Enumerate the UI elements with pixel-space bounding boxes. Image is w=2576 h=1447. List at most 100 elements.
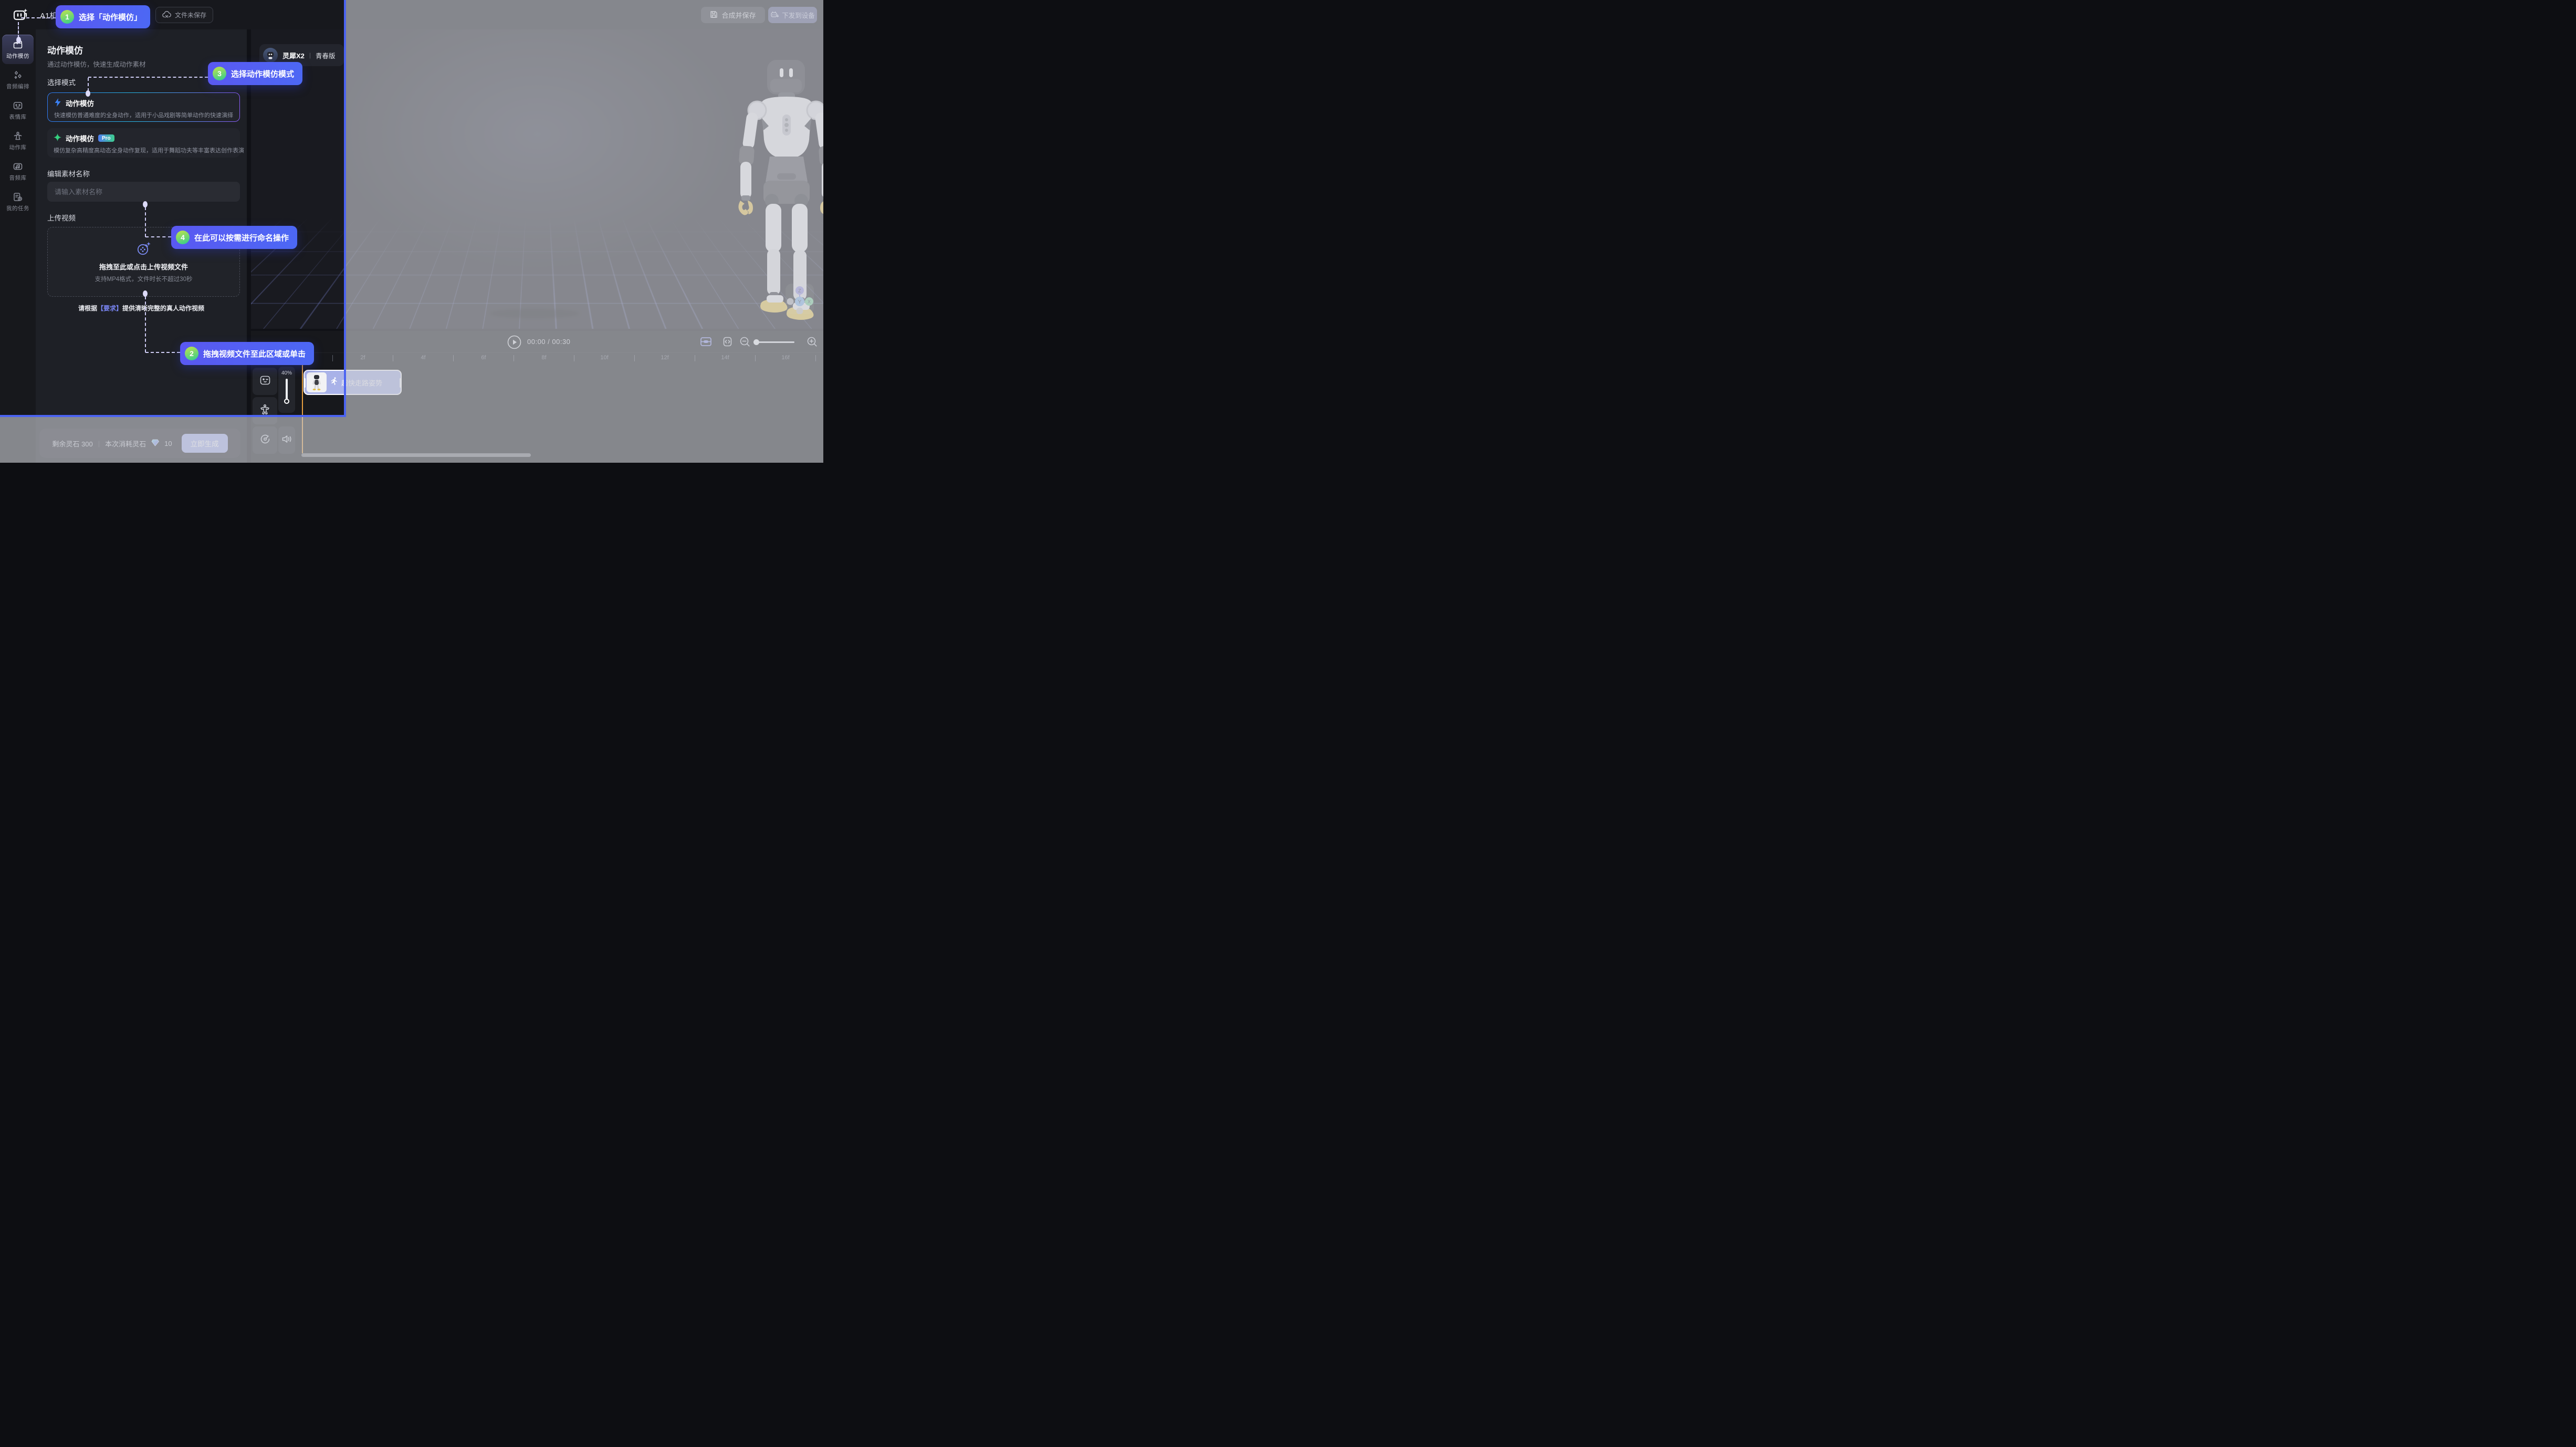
wink-face-icon [259, 375, 271, 388]
play-button[interactable] [507, 335, 521, 352]
sidebar-item-label: 音频库 [9, 174, 27, 182]
panel-title: 动作模仿 [47, 43, 83, 56]
connector-step1-v [18, 22, 19, 38]
ruler-tick [634, 355, 635, 361]
playhead[interactable] [302, 357, 303, 453]
connector-dot-step1 [16, 37, 21, 43]
connector-step2-h [145, 352, 180, 353]
zoom-out-icon[interactable] [739, 336, 751, 350]
horizontal-expand-icon[interactable] [722, 336, 732, 350]
volume-button[interactable] [278, 426, 295, 454]
ruler-label: 16f [781, 355, 789, 361]
motion-studio-app: A1机 文件未保存 合成并保存 [0, 0, 823, 463]
sidebar-item-label: 动作库 [9, 143, 27, 151]
dial-gauge-icon [259, 433, 271, 447]
mode-desc: 模仿复杂高精度高动态全身动作复现，适用于舞蹈功夫等丰富表达创作表演 [54, 146, 234, 154]
svg-text:Z: Z [798, 288, 801, 294]
connector-step2-v [145, 296, 146, 352]
file-unsaved-chip[interactable]: 文件未保存 [155, 7, 213, 23]
step-number-badge: 1 [60, 10, 74, 24]
mode-section-label: 选择模式 [47, 77, 76, 87]
sidebar-item-audio-library[interactable]: 音频库 [2, 157, 34, 186]
ruler-tick [755, 355, 756, 361]
step-number-badge: 4 [176, 231, 190, 244]
ruler-label: 12f [661, 355, 668, 361]
timeline-zoom-slider[interactable] [755, 341, 794, 343]
track-zoom-panel[interactable]: 40% [278, 367, 295, 413]
timeline-horizontal-scrollbar[interactable] [301, 453, 531, 457]
mode-card-pro[interactable]: 动作模仿 Pro 模仿复杂高精度高动态全身动作复现，适用于舞蹈功夫等丰富表达创作… [47, 128, 240, 158]
vertical-zoom-slider[interactable] [286, 379, 288, 401]
generate-footer-bar: 剩余灵石 300 | 本次消耗灵石 10 立即生成 [39, 429, 240, 458]
material-name-input[interactable] [47, 182, 240, 202]
sidebar-item-expression-library[interactable]: 表情库 [2, 96, 34, 125]
gizmo-neg-z[interactable] [797, 308, 803, 315]
ruler-label: 2f [360, 355, 365, 361]
fit-clip-icon[interactable] [700, 336, 712, 350]
synthesize-save-button[interactable]: 合成并保存 [701, 7, 765, 23]
timeline-clip-walk-pose[interactable]: 超快走路姿势 [303, 370, 402, 395]
ruler-label: 8f [541, 355, 546, 361]
audio-track-button[interactable] [253, 426, 277, 454]
expression-track-button[interactable] [253, 368, 277, 395]
task-list-clock-icon [13, 192, 23, 202]
deploy-button-label: 下发到设备 [782, 10, 815, 20]
remaining-stones-label: 剩余灵石 300 [52, 439, 92, 449]
clip-thumbnail [307, 372, 327, 392]
step-text: 选择动作模仿模式 [231, 68, 294, 79]
connector-step3-v [88, 78, 89, 91]
tutorial-step-4-tooltip: 4 在此可以按需进行命名操作 [171, 226, 297, 249]
upload-requirement-note: 请根据【要求】提供清晰完整的真人动作视频 [36, 304, 247, 313]
svg-text:Y: Y [798, 299, 802, 305]
zoom-in-icon[interactable] [807, 336, 818, 350]
save-icon [710, 11, 718, 20]
vertical-zoom-thumb[interactable] [284, 399, 289, 404]
film-reel-sparkle-icon [136, 241, 152, 258]
upload-title: 拖拽至此或点击上传视频文件 [99, 262, 188, 272]
cost-value: 10 [164, 440, 172, 447]
gizmo-neg-x[interactable] [787, 298, 794, 305]
track-zoom-value: 40% [281, 370, 292, 376]
axis-gizmo[interactable]: Z X Y [786, 284, 814, 314]
tutorial-step-3-tooltip: 3 选择动作模仿模式 [208, 62, 302, 85]
deploy-to-device-button[interactable]: 下发到设备 [768, 7, 817, 23]
zoom-slider-thumb[interactable] [753, 339, 759, 345]
app-logo-robot-icon [13, 7, 28, 25]
step-text: 选择「动作模仿」 [79, 12, 142, 23]
sidebar-item-label: 表情库 [9, 113, 27, 121]
save-button-label: 合成并保存 [721, 10, 756, 20]
four-point-star-icon [54, 133, 61, 143]
tutorial-highlight-border-bottom [0, 415, 346, 417]
tutorial-step-2-tooltip: 2 拖拽视频文件至此区域或单击 [180, 342, 314, 365]
sidebar-item-my-tasks[interactable]: 我的任务 [2, 187, 34, 216]
sidebar-item-action-library[interactable]: 动作库 [2, 126, 34, 155]
upload-subtitle: 支持MP4格式，文件时长不超过30秒 [95, 275, 193, 283]
robot-3d-viewport[interactable]: 灵犀X2 | 青春版 Z X Y [251, 29, 823, 329]
connector-step4-v [145, 207, 146, 237]
clip-trim-handle-right[interactable] [400, 378, 401, 388]
cost-label: 本次消耗灵石 [105, 439, 146, 449]
sidebar-item-audio-arrange[interactable]: 音频编排 [2, 65, 34, 95]
mode-card-standard[interactable]: 动作模仿 快速模仿普通难度的全身动作，适用于小品戏剧等简单动作的快速演绎 [47, 92, 240, 122]
generate-now-button[interactable]: 立即生成 [182, 434, 228, 453]
note-prefix: 请根据 [78, 305, 97, 312]
connector-dot-step2 [143, 290, 148, 297]
robot-name: 灵犀X2 [282, 50, 305, 60]
panel-subtitle: 通过动作模仿，快速生成动作素材 [47, 59, 146, 69]
ruler-label: 14f [721, 355, 729, 361]
chip-divider: | [309, 51, 311, 59]
sidebar-item-label: 我的任务 [6, 204, 29, 212]
time-display: 00:00 / 00:30 [527, 338, 570, 346]
robot-ground-shadow [490, 309, 579, 318]
action-track-button[interactable] [253, 397, 277, 424]
connector-step4-h [145, 236, 171, 237]
spirit-stone-gem-icon [151, 439, 159, 448]
name-section-label: 编辑素材名称 [47, 168, 90, 179]
timeline-panel: 00:00 / 00:30 [251, 331, 823, 463]
requirement-link[interactable]: 【要求】 [97, 305, 122, 312]
clip-trim-handle-left[interactable] [304, 378, 306, 388]
timeline-controls: 00:00 / 00:30 [251, 331, 823, 353]
sidebar-item-label: 音频编排 [6, 82, 29, 90]
ruler-tick [815, 355, 816, 361]
step-text: 在此可以按需进行命名操作 [194, 232, 289, 243]
